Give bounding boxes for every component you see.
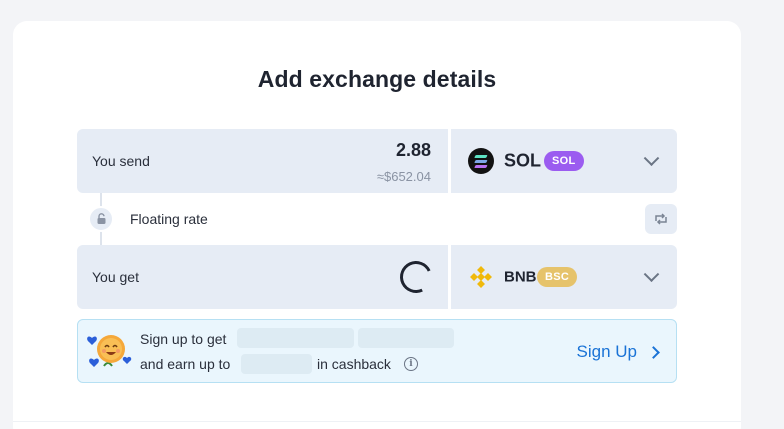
- promo-skeleton-3: [241, 354, 312, 374]
- receive-amount-field: You get: [77, 245, 448, 309]
- page-title: Add exchange details: [257, 66, 497, 92]
- loading-spinner-icon: [395, 256, 437, 298]
- receive-label: You get: [92, 269, 139, 285]
- chevron-down-icon: [643, 150, 660, 167]
- rate-row: Floating rate: [77, 193, 677, 245]
- promo-skeleton-2: [358, 328, 454, 348]
- send-amount-value[interactable]: 2.88: [396, 140, 431, 161]
- unlock-icon[interactable]: [88, 206, 114, 232]
- send-row: You send 2.88 ≈$652.04 SOL SOL: [77, 129, 677, 193]
- promo-line2: and earn up to: [140, 356, 231, 372]
- send-amount-usd: ≈$652.04: [376, 169, 431, 184]
- floating-rate-label: Floating rate: [130, 211, 208, 227]
- sign-up-button[interactable]: Sign Up: [576, 340, 660, 364]
- receive-coin-name: BNB: [504, 268, 537, 286]
- receive-row: You get BNB BSC: [77, 245, 677, 309]
- send-network-badge: SOL: [544, 151, 584, 171]
- divider: [13, 421, 741, 422]
- send-coin-name: SOL: [504, 150, 542, 171]
- chevron-right-icon: [647, 345, 660, 359]
- chevron-down-icon: [643, 266, 660, 283]
- receive-network-badge: BSC: [537, 267, 578, 287]
- cashback-promo-banner: Sign up to get and earn up to in cashbac…: [77, 319, 677, 383]
- exchange-card: Add exchange details You send 2.88 ≈$652…: [13, 21, 741, 429]
- swap-button[interactable]: [645, 204, 677, 234]
- info-icon[interactable]: i: [404, 357, 418, 371]
- send-label: You send: [92, 153, 150, 169]
- bnb-icon: [470, 266, 492, 288]
- smiling-face-hearts-icon: [87, 335, 132, 367]
- promo-cashback-text: in cashback: [317, 356, 391, 372]
- solana-icon: [468, 148, 494, 174]
- promo-line1: Sign up to get: [140, 331, 227, 347]
- promo-skeleton-1: [237, 328, 354, 348]
- send-currency-select[interactable]: SOL SOL: [451, 129, 677, 193]
- sign-up-label: Sign Up: [576, 342, 637, 361]
- swap-arrows-icon: [655, 213, 667, 225]
- receive-currency-select[interactable]: BNB BSC: [451, 245, 677, 309]
- send-amount-field[interactable]: You send 2.88 ≈$652.04: [77, 129, 448, 193]
